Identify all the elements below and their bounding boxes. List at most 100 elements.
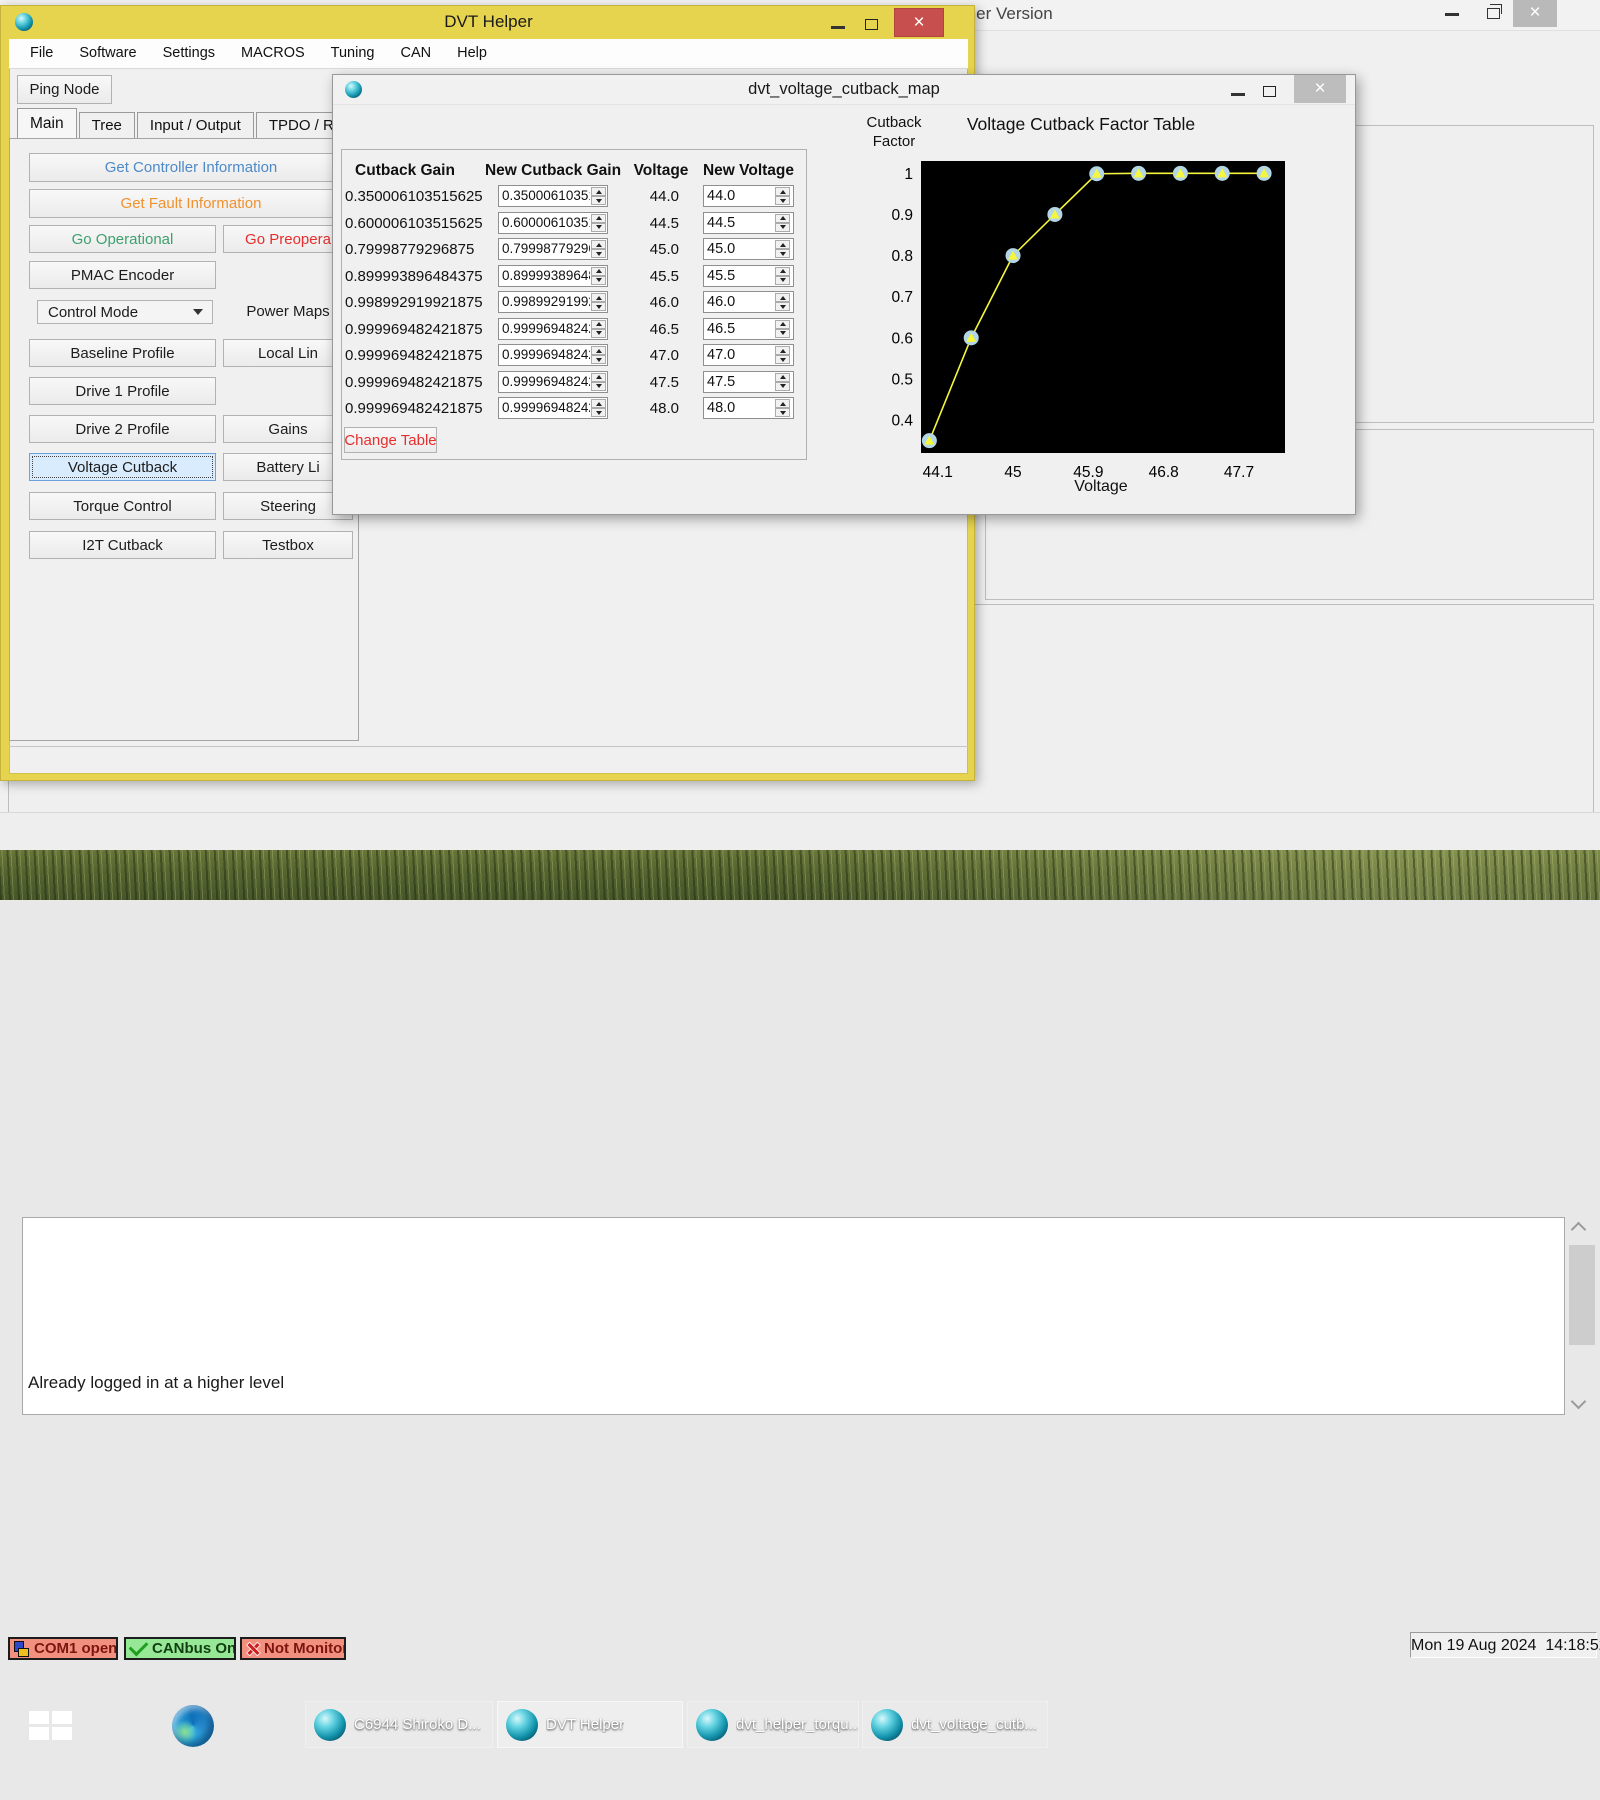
get-controller-information-button[interactable]: Get Controller Information — [29, 153, 353, 182]
menu-item-tuning[interactable]: Tuning — [318, 39, 388, 68]
new-voltage-row3-decrement-button[interactable] — [775, 276, 790, 285]
new-cutback-gain-row1-decrement-button[interactable] — [591, 223, 606, 232]
new-cutback-gain-row8-increment-button[interactable] — [591, 399, 606, 408]
go-operational-button[interactable]: Go Operational — [29, 225, 216, 253]
i2t-cutback-button[interactable]: I2T Cutback — [29, 531, 216, 559]
new-cutback-gain-row3-input[interactable]: 0.89999389648 — [498, 265, 608, 287]
drive-1-profile-button[interactable]: Drive 1 Profile — [29, 377, 216, 405]
new-cutback-gain-row3-decrement-button[interactable] — [591, 276, 606, 285]
map-titlebar[interactable]: dvt_voltage_cutback_map × — [333, 75, 1355, 105]
scrollbar-thumb[interactable] — [1569, 1245, 1595, 1345]
new-voltage-row4-increment-button[interactable] — [775, 293, 790, 302]
bg-restore-button[interactable] — [1487, 8, 1500, 19]
new-cutback-gain-row7-decrement-button[interactable] — [591, 382, 606, 391]
new-cutback-gain-row4-decrement-button[interactable] — [591, 302, 606, 311]
main-maximize-button[interactable] — [865, 19, 878, 30]
new-cutback-gain-row7-input[interactable]: 0.99996948242 — [498, 371, 608, 393]
get-fault-information-button[interactable]: Get Fault Information — [29, 189, 353, 218]
bg-minimize-button[interactable] — [1445, 13, 1459, 16]
new-voltage-row6-decrement-button[interactable] — [775, 355, 790, 364]
new-cutback-gain-row6-input[interactable]: 0.99996948242 — [498, 344, 608, 366]
new-cutback-gain-row2-decrement-button[interactable] — [591, 249, 606, 258]
tab-main[interactable]: Main — [17, 108, 77, 138]
bg-close-button[interactable]: × — [1513, 0, 1557, 27]
new-voltage-row1-decrement-button[interactable] — [775, 223, 790, 232]
new-cutback-gain-row2-input[interactable]: 0.79998779296 — [498, 238, 608, 260]
menu-item-help[interactable]: Help — [444, 39, 500, 68]
new-voltage-row5-increment-button[interactable] — [775, 320, 790, 329]
menu-item-settings[interactable]: Settings — [150, 39, 228, 68]
axis-tick-label: 0.4 — [891, 413, 913, 430]
new-cutback-gain-row6-increment-button[interactable] — [591, 346, 606, 355]
new-voltage-row0-decrement-button[interactable] — [775, 196, 790, 205]
testbox-button[interactable]: Testbox — [223, 531, 353, 559]
new-cutback-gain-row0-increment-button[interactable] — [591, 187, 606, 196]
new-cutback-gain-row6-decrement-button[interactable] — [591, 355, 606, 364]
menu-item-macros[interactable]: MACROS — [228, 39, 318, 68]
pmac-encoder-button[interactable]: PMAC Encoder — [29, 261, 216, 289]
new-cutback-gain-row8-input[interactable]: 0.99996948242 — [498, 397, 608, 419]
baseline-profile-button[interactable]: Baseline Profile — [29, 339, 216, 367]
new-voltage-row7-decrement-button[interactable] — [775, 382, 790, 391]
main-titlebar[interactable]: DVT Helper × — [1, 6, 976, 39]
map-maximize-button[interactable] — [1263, 86, 1276, 97]
menu-item-can[interactable]: CAN — [387, 39, 444, 68]
edge-browser-icon[interactable] — [172, 1705, 214, 1747]
menu-item-file[interactable]: File — [17, 39, 66, 68]
new-voltage-row6-increment-button[interactable] — [775, 346, 790, 355]
new-cutback-gain-row4-increment-button[interactable] — [591, 293, 606, 302]
new-voltage-row2-input[interactable]: 45.0 — [703, 238, 794, 260]
new-cutback-gain-row0-input[interactable]: 0.35000610351 — [498, 185, 608, 207]
new-cutback-gain-row8-decrement-button[interactable] — [591, 408, 606, 417]
new-voltage-row8-decrement-button[interactable] — [775, 408, 790, 417]
new-voltage-row0-increment-button[interactable] — [775, 187, 790, 196]
new-cutback-gain-row1-increment-button[interactable] — [591, 214, 606, 223]
main-minimize-button[interactable] — [831, 26, 845, 29]
control-mode-dropdown[interactable]: Control Mode — [37, 300, 213, 324]
new-voltage-row4-input[interactable]: 46.0 — [703, 291, 794, 313]
new-cutback-gain-row2-increment-button[interactable] — [591, 240, 606, 249]
new-cutback-gain-row5-increment-button[interactable] — [591, 320, 606, 329]
map-close-button[interactable]: × — [1294, 75, 1346, 103]
tab-tree[interactable]: Tree — [79, 112, 135, 138]
voltage-cutback-button[interactable]: Voltage Cutback — [29, 453, 216, 481]
menu-item-software[interactable]: Software — [66, 39, 149, 68]
new-voltage-row7-input[interactable]: 47.5 — [703, 371, 794, 393]
new-cutback-gain-row5-input[interactable]: 0.99996948242 — [498, 318, 608, 340]
new-voltage-row8-increment-button[interactable] — [775, 399, 790, 408]
torque-control-button[interactable]: Torque Control — [29, 492, 216, 520]
triangle-up-icon — [780, 296, 786, 300]
drive-2-profile-button[interactable]: Drive 2 Profile — [29, 415, 216, 443]
new-voltage-row2-decrement-button[interactable] — [775, 249, 790, 258]
new-voltage-row0-input[interactable]: 44.0 — [703, 185, 794, 207]
taskbar-item-dvt-voltage-cutb[interactable]: dvt_voltage_cutb... — [862, 1701, 1048, 1748]
new-cutback-gain-row3-increment-button[interactable] — [591, 267, 606, 276]
scroll-down-icon[interactable] — [1571, 1394, 1587, 1410]
new-cutback-gain-row1-input[interactable]: 0.60000610351 — [498, 212, 608, 234]
ping-node-button[interactable]: Ping Node — [17, 75, 112, 104]
new-voltage-row6-input[interactable]: 47.0 — [703, 344, 794, 366]
start-button[interactable] — [22, 1707, 78, 1743]
new-voltage-row3-increment-button[interactable] — [775, 267, 790, 276]
tab-input-output[interactable]: Input / Output — [137, 112, 254, 138]
new-voltage-row4-decrement-button[interactable] — [775, 302, 790, 311]
new-voltage-row3-input[interactable]: 45.5 — [703, 265, 794, 287]
new-voltage-row7-increment-button[interactable] — [775, 373, 790, 382]
new-voltage-row5-decrement-button[interactable] — [775, 329, 790, 338]
taskbar-item-c6944-shiroko-d[interactable]: C6944 Shiroko D... — [305, 1701, 493, 1748]
new-cutback-gain-row0-decrement-button[interactable] — [591, 196, 606, 205]
main-close-button[interactable]: × — [894, 8, 944, 37]
taskbar-item-dvt-helper-torqu[interactable]: dvt_helper_torqu... — [687, 1701, 859, 1748]
new-voltage-row1-input[interactable]: 44.5 — [703, 212, 794, 234]
change-table-button[interactable]: Change Table — [344, 427, 437, 453]
new-voltage-row2-increment-button[interactable] — [775, 240, 790, 249]
map-minimize-button[interactable] — [1231, 93, 1245, 96]
scroll-up-icon[interactable] — [1571, 1222, 1587, 1238]
new-cutback-gain-row5-decrement-button[interactable] — [591, 329, 606, 338]
taskbar-item-dvt-helper[interactable]: DVT Helper — [497, 1701, 683, 1748]
new-voltage-row5-input[interactable]: 46.5 — [703, 318, 794, 340]
new-voltage-row8-input[interactable]: 48.0 — [703, 397, 794, 419]
new-cutback-gain-row7-increment-button[interactable] — [591, 373, 606, 382]
new-voltage-row1-increment-button[interactable] — [775, 214, 790, 223]
new-cutback-gain-row4-input[interactable]: 0.99899291992 — [498, 291, 608, 313]
